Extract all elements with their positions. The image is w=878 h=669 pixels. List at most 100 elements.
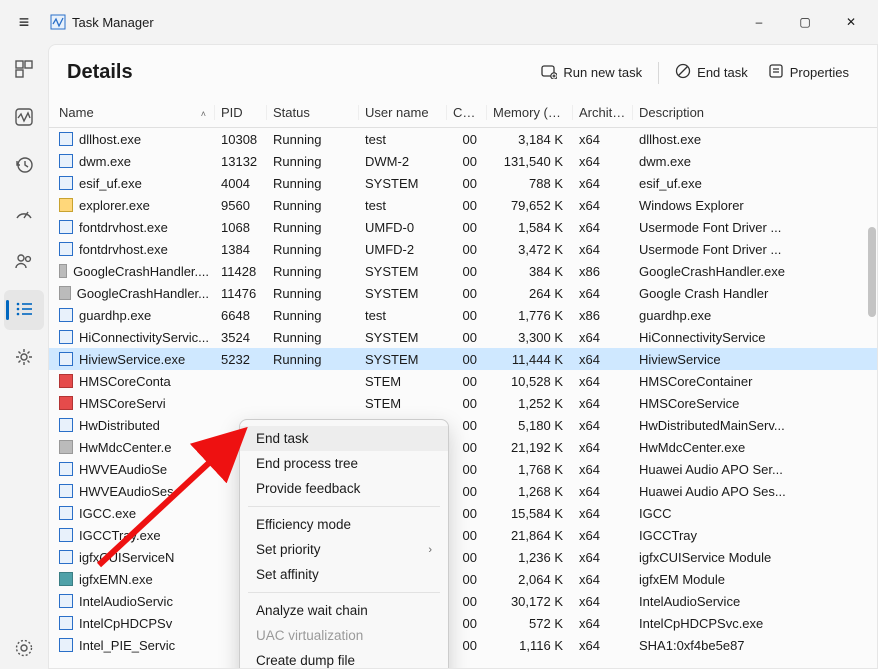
column-memory[interactable]: Memory (ac... [487,105,573,120]
ctx-efficiency-label: Efficiency mode [256,517,351,532]
column-user[interactable]: User name [359,105,447,120]
ctx-set-priority[interactable]: Set priority› [240,537,448,562]
process-name: IGCC.exe [79,506,136,521]
cell-user: STEM [359,396,447,411]
cell-memory: 5,180 K [487,418,573,433]
cell-pid: 5232 [215,352,267,367]
ctx-end-process-tree[interactable]: End process tree [240,451,448,476]
column-status[interactable]: Status [267,105,359,120]
hamburger-menu-button[interactable]: ≡ [4,12,44,33]
cell-status: Running [267,132,359,147]
table-row[interactable]: Intel_PIE_ServicSTEM001,116 Kx64SHA1:0xf… [49,634,877,656]
cell-memory: 1,252 K [487,396,573,411]
cell-cpu: 00 [447,572,487,587]
cell-memory: 3,184 K [487,132,573,147]
run-task-icon [541,63,557,82]
process-icon [59,396,73,410]
ctx-affinity-label: Set affinity [256,567,319,582]
column-cpu[interactable]: CPU [447,105,487,120]
table-row[interactable]: igfxEMN.exest002,064 Kx64igfxEM Module [49,568,877,590]
sidebar-item-services[interactable] [4,338,44,378]
column-desc[interactable]: Description [633,105,877,120]
table-row[interactable]: HiConnectivityServic...3524RunningSYSTEM… [49,326,877,348]
run-new-task-button[interactable]: Run new task [531,57,652,88]
table-row[interactable]: fontdrvhost.exe1384RunningUMFD-2003,472 … [49,238,877,260]
cell-arch: x64 [573,352,633,367]
end-task-button[interactable]: End task [665,57,758,88]
vertical-scrollbar[interactable] [867,117,877,668]
table-row[interactable]: HwDistributedSTEM005,180 Kx64HwDistribut… [49,414,877,436]
sidebar-item-processes[interactable] [4,50,44,90]
column-name[interactable]: Name˄ [53,105,215,120]
ctx-analyze-wait-chain[interactable]: Analyze wait chain [240,598,448,623]
table-row[interactable]: HWVEAudioSesst001,268 Kx64Huawei Audio A… [49,480,877,502]
cell-memory: 264 K [487,286,573,301]
cell-cpu: 00 [447,484,487,499]
table-row[interactable]: dllhost.exe10308Runningtest003,184 Kx64d… [49,128,877,150]
table-row[interactable]: HWVEAudioSeSTEM001,768 Kx64Huawei Audio … [49,458,877,480]
cell-pid: 9560 [215,198,267,213]
table-row[interactable]: guardhp.exe6648Runningtest001,776 Kx86gu… [49,304,877,326]
sidebar-item-settings[interactable] [4,629,44,669]
process-name: HiviewService.exe [79,352,185,367]
table-row[interactable]: esif_uf.exe4004RunningSYSTEM00788 Kx64es… [49,172,877,194]
table-row[interactable]: IGCC.exest0015,584 Kx64IGCC [49,502,877,524]
table-body[interactable]: dllhost.exe10308Runningtest003,184 Kx64d… [49,128,877,668]
scrollbar-thumb[interactable] [868,227,876,317]
gear-icon [15,348,33,369]
ctx-end-task[interactable]: End task [240,426,448,451]
column-arch[interactable]: Architec... [573,105,633,120]
cell-memory: 1,768 K [487,462,573,477]
cell-pid: 1068 [215,220,267,235]
process-icon [59,594,73,608]
sidebar-item-history[interactable] [4,146,44,186]
cell-cpu: 00 [447,594,487,609]
cell-memory: 10,528 K [487,374,573,389]
properties-button[interactable]: Properties [758,57,859,88]
window-minimize-button[interactable]: – [736,6,782,38]
sidebar-item-details[interactable] [4,290,44,330]
table-header[interactable]: Name˄ PID Status User name CPU Memory (a… [49,98,877,128]
sidebar-item-users[interactable] [4,242,44,282]
cell-arch: x64 [573,132,633,147]
table-row[interactable]: fontdrvhost.exe1068RunningUMFD-0001,584 … [49,216,877,238]
cell-desc: igfxEM Module [633,572,877,587]
table-row[interactable]: HMSCoreContaSTEM0010,528 Kx64HMSCoreCont… [49,370,877,392]
table-row[interactable]: HMSCoreServiSTEM001,252 Kx64HMSCoreServi… [49,392,877,414]
ctx-set-affinity[interactable]: Set affinity [240,562,448,587]
table-row[interactable]: dwm.exe13132RunningDWM-200131,540 Kx64dw… [49,150,877,172]
table-row[interactable]: HwMdcCenter.eSTEM0021,192 Kx64HwMdcCente… [49,436,877,458]
window-maximize-button[interactable]: ▢ [782,6,828,38]
ctx-uac-label: UAC virtualization [256,628,363,643]
cell-cpu: 00 [447,374,487,389]
end-task-label: End task [697,65,748,80]
ctx-feedback-label: Provide feedback [256,481,360,496]
window-close-button[interactable]: ✕ [828,6,874,38]
cell-status: Running [267,198,359,213]
table-row[interactable]: IGCCTray.exest0021,864 Kx64IGCCTray [49,524,877,546]
ctx-efficiency-mode[interactable]: Efficiency mode [240,512,448,537]
cell-status: Running [267,264,359,279]
table-row[interactable]: igfxCUIServiceNSTEM001,236 Kx64igfxCUISe… [49,546,877,568]
cell-cpu: 00 [447,220,487,235]
sidebar-item-performance[interactable] [4,98,44,138]
table-row[interactable]: HiviewService.exe5232RunningSYSTEM0011,4… [49,348,877,370]
table-row[interactable]: IntelCpHDCPSvSTEM00572 Kx64IntelCpHDCPSv… [49,612,877,634]
ctx-uac-virtualization: UAC virtualization [240,623,448,648]
cell-cpu: 00 [447,550,487,565]
process-name: fontdrvhost.exe [79,242,168,257]
process-icon [59,352,73,366]
column-pid[interactable]: PID [215,105,267,120]
sidebar-item-startup[interactable] [4,194,44,234]
process-name: HwDistributed [79,418,160,433]
ctx-provide-feedback[interactable]: Provide feedback [240,476,448,501]
cell-arch: x64 [573,330,633,345]
cell-cpu: 00 [447,616,487,631]
table-row[interactable]: IntelAudioServicSTEM0030,172 Kx64IntelAu… [49,590,877,612]
table-row[interactable]: explorer.exe9560Runningtest0079,652 Kx64… [49,194,877,216]
ctx-create-dump-file[interactable]: Create dump file [240,648,448,669]
table-row[interactable]: GoogleCrashHandler...11476RunningSYSTEM0… [49,282,877,304]
table-row[interactable]: GoogleCrashHandler....11428RunningSYSTEM… [49,260,877,282]
process-name: igfxCUIServiceN [79,550,174,565]
cell-desc: esif_uf.exe [633,176,877,191]
